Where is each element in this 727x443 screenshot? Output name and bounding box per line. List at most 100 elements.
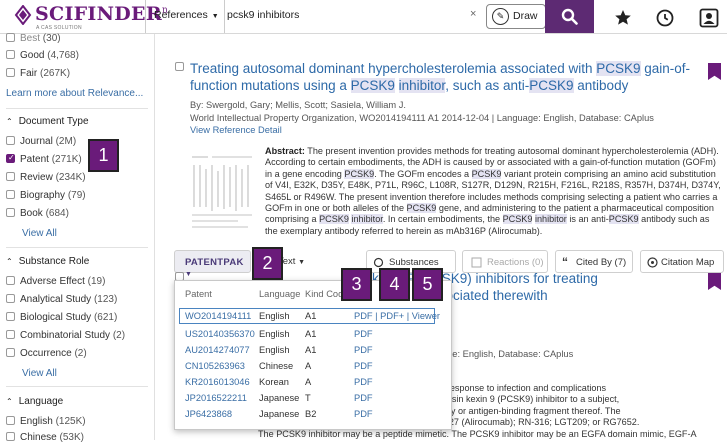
pdf-link[interactable]: PDF — [354, 361, 373, 371]
checkbox[interactable] — [6, 68, 15, 77]
filter-combinatorial-study[interactable]: Combinatorial Study (2) — [6, 330, 125, 341]
filter-biography[interactable]: Biography (79) — [6, 190, 86, 201]
pdf-link[interactable]: PDF — [354, 345, 373, 355]
search-icon — [561, 8, 578, 25]
pdf-link[interactable]: PDF — [354, 377, 373, 387]
result-select-checkbox[interactable] — [175, 62, 184, 71]
draw-button[interactable]: ✎ Draw — [486, 4, 546, 29]
bookmark-icon[interactable] — [708, 63, 721, 80]
search-input[interactable]: pcsk9 inhibitors — [227, 9, 299, 21]
kind-code: A1 — [305, 311, 317, 321]
col-patent: Patent — [185, 289, 212, 299]
filter-journal[interactable]: Journal (2M) — [6, 136, 76, 147]
chevron-up-icon: ⌃ — [6, 257, 13, 266]
filter-book[interactable]: Book (684) — [6, 208, 69, 219]
checkbox[interactable] — [6, 312, 15, 321]
filter-patent[interactable]: Patent (271K) — [6, 153, 82, 165]
chevron-down-icon: ▼ — [185, 271, 193, 278]
doc-type-heading[interactable]: ⌃ Document Type — [6, 116, 89, 127]
filter-best[interactable]: Best (30) — [6, 33, 61, 44]
checkbox[interactable] — [6, 50, 15, 59]
callout-4: 4 — [379, 268, 410, 301]
patent-language: English — [259, 345, 290, 355]
pdf-link[interactable]: PDF — [354, 329, 373, 339]
result-authors: By: Swergold, Gary; Mellis, Scott; Sasie… — [190, 100, 406, 110]
view-all-roles[interactable]: View All — [22, 368, 57, 379]
checkbox[interactable] — [6, 348, 15, 357]
scifinder-logo[interactable]: SCIFINDERn A CAS SOLUTION — [8, 3, 168, 31]
checkbox[interactable] — [6, 416, 15, 425]
filter-occurrence[interactable]: Occurrence (2) — [6, 348, 87, 359]
chevron-down-icon: ▼ — [211, 13, 219, 20]
search-input-wrap[interactable]: pcsk9 inhibitors × — [224, 0, 484, 33]
patent-language: English — [259, 329, 290, 339]
patent-number[interactable]: CN105263963 — [185, 361, 245, 371]
quote-icon: “ — [562, 255, 568, 269]
chevron-up-icon: ⌃ — [6, 117, 13, 126]
patent-number[interactable]: US20140356370 — [185, 329, 255, 339]
language-heading[interactable]: ⌃ Language — [6, 396, 63, 407]
favorites-star-icon[interactable] — [611, 6, 635, 30]
patentpak-button[interactable]: PATENTPAK ▼ — [174, 250, 251, 278]
patent-number[interactable]: AU2014274077 — [185, 345, 250, 355]
brand-subtitle: A CAS SOLUTION — [36, 25, 82, 31]
clear-search-icon[interactable]: × — [470, 8, 476, 20]
filter-biological-study[interactable]: Biological Study (621) — [6, 312, 117, 323]
patent-thumbnail[interactable] — [188, 147, 256, 233]
checkbox[interactable] — [6, 294, 15, 303]
kind-code: A — [305, 361, 312, 371]
patent-language: Japanese — [259, 409, 300, 419]
pdf-links[interactable]: PDF | PDF+ | Viewer — [354, 311, 440, 321]
kind-code: T — [305, 393, 311, 403]
result-title[interactable]: Treating autosomal dominant hypercholest… — [190, 60, 700, 94]
filter-good[interactable]: Good (4,768) — [6, 50, 79, 61]
view-all-doc-types[interactable]: View All — [22, 228, 57, 239]
patentpak-popup: Patent Language Kind Cod WO2014194111 En… — [174, 280, 452, 430]
filter-review[interactable]: Review (234K) — [6, 172, 86, 183]
checkbox[interactable] — [6, 190, 15, 199]
view-reference-detail-link[interactable]: View Reference Detail — [190, 125, 282, 135]
callout-1: 1 — [88, 139, 119, 172]
draw-label: Draw — [513, 10, 538, 22]
abstract-label: Abstract: — [265, 146, 305, 156]
callout-2: 2 — [252, 247, 283, 280]
checkbox[interactable] — [6, 172, 15, 181]
col-kind-code: Kind Cod — [305, 289, 344, 299]
patent-language: Chinese — [259, 361, 294, 371]
kind-code: A1 — [305, 329, 317, 339]
search-button[interactable] — [545, 0, 594, 33]
kind-code: A1 — [305, 345, 317, 355]
substance-role-heading[interactable]: ⌃ Substance Role — [6, 256, 89, 267]
checkbox[interactable] — [6, 276, 15, 285]
callout-5: 5 — [412, 268, 443, 301]
divider — [6, 108, 148, 109]
pdf-link[interactable]: PDF — [354, 393, 373, 403]
filter-chinese[interactable]: Chinese (53K) — [6, 432, 84, 443]
checkbox[interactable] — [6, 136, 15, 145]
result-abstract-line: The PCSK9 inhibitor may be a peptide mim… — [258, 429, 697, 439]
top-header: SCIFINDERn A CAS SOLUTION References ▼ pc… — [0, 0, 727, 34]
bookmark-icon[interactable] — [708, 273, 721, 290]
filter-fair[interactable]: Fair (267K) — [6, 68, 70, 79]
chevron-down-icon: ▼ — [298, 259, 306, 266]
divider — [6, 247, 148, 248]
filter-english[interactable]: English (125K) — [6, 416, 86, 427]
col-language: Language — [259, 289, 301, 299]
relevance-link[interactable]: Learn more about Relevance... — [6, 88, 143, 99]
divider — [6, 386, 148, 387]
patent-number[interactable]: WO2014194111 — [185, 311, 251, 321]
user-account-icon[interactable] — [697, 6, 721, 30]
checkbox[interactable] — [6, 33, 15, 42]
patent-number[interactable]: KR2016013046 — [185, 377, 250, 387]
filter-analytical-study[interactable]: Analytical Study (123) — [6, 294, 117, 305]
pdf-link[interactable]: PDF — [354, 409, 373, 419]
checkbox[interactable] — [6, 208, 15, 217]
checkbox-checked[interactable] — [6, 153, 15, 163]
patent-number[interactable]: JP2016522211 — [185, 393, 247, 403]
search-bar: References ▼ pcsk9 inhibitors × ✎ Draw — [145, 0, 546, 33]
patent-number[interactable]: JP6423868 — [185, 409, 232, 419]
search-scope-select[interactable]: References ▼ — [154, 9, 219, 21]
checkbox[interactable] — [6, 330, 15, 339]
history-clock-icon[interactable] — [653, 6, 677, 30]
filter-adverse-effect[interactable]: Adverse Effect (19) — [6, 276, 105, 287]
